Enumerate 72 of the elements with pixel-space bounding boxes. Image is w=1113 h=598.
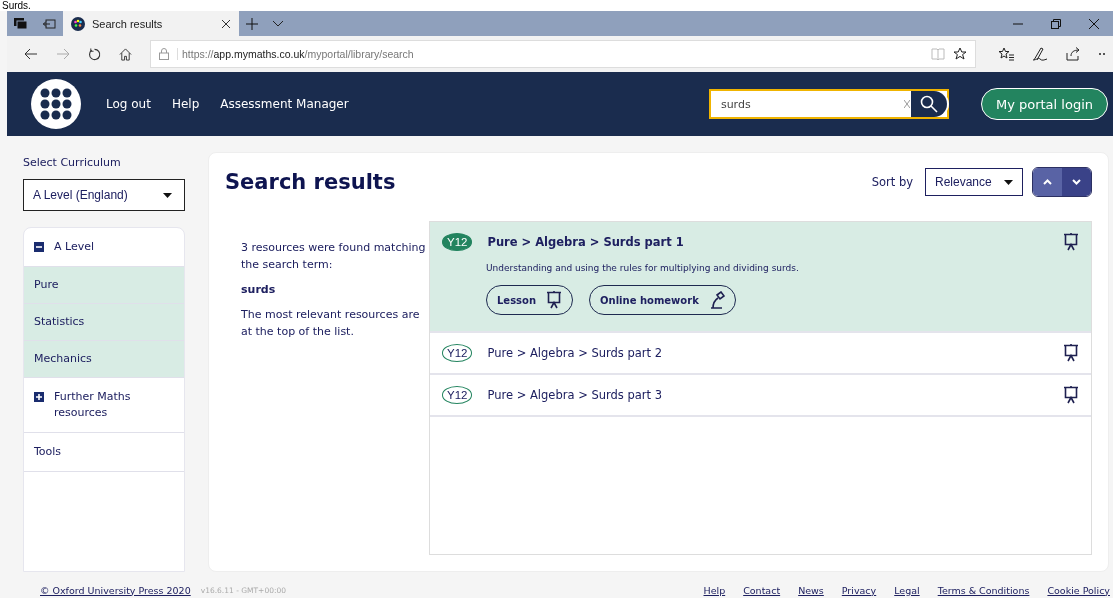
search-button[interactable] (910, 91, 947, 117)
search-field[interactable]: surds (708, 89, 949, 119)
footer-link[interactable]: Contact (743, 584, 781, 596)
expand-icon[interactable] (34, 392, 44, 402)
minimize-icon[interactable] (1013, 22, 1023, 25)
result-row[interactable]: Y12 Pure > Algebra > Surds part 3 (430, 375, 1091, 417)
sidebar-item[interactable]: Mechanics (24, 341, 184, 378)
presentation-board-icon[interactable] (1063, 344, 1079, 362)
footer-link[interactable]: Legal (894, 584, 920, 596)
caret-icon (163, 192, 172, 198)
footer-link[interactable]: Privacy (841, 584, 877, 596)
sidebar-item[interactable]: Tools (24, 433, 184, 472)
result-title: Pure > Algebra > Surds part 2 (487, 346, 663, 360)
site-favicon-icon (71, 16, 85, 31)
chevron-down-icon (1072, 179, 1081, 185)
close-icon[interactable] (221, 18, 231, 29)
favorites-list-icon[interactable] (998, 47, 1014, 61)
result-title: Pure > Algebra > Surds part 3 (487, 388, 663, 402)
presentation-board-icon[interactable] (1063, 386, 1079, 404)
presentation-board-icon[interactable] (1063, 233, 1079, 251)
caret-icon (1004, 179, 1013, 185)
sort-ascending-button[interactable] (1033, 168, 1062, 196)
results-summary: 3 resources were found matching the search term: (241, 240, 427, 273)
pen-icon[interactable] (1032, 47, 1048, 61)
restore-icon[interactable] (1051, 18, 1061, 29)
microscope-icon (708, 291, 725, 309)
more-icon[interactable] (1099, 52, 1107, 56)
curriculum-dropdown[interactable]: A Level (England) (23, 179, 185, 211)
collapse-icon[interactable] (34, 242, 44, 252)
refresh-icon[interactable] (88, 47, 101, 61)
tab-actions-icon[interactable] (14, 17, 28, 30)
sort-dropdown[interactable]: Relevance (925, 168, 1023, 196)
tab-title: Search results (92, 17, 164, 30)
page-title: Search results (225, 170, 396, 194)
nav-link[interactable]: Log out (106, 97, 151, 111)
footer-link[interactable]: Terms & Conditions (937, 584, 1030, 596)
search-term: surds (241, 282, 277, 298)
results-note: The most relevant resources are at the top of the list. (241, 307, 421, 340)
footer-link[interactable]: Cookie Policy (1047, 584, 1110, 596)
copyright-link[interactable]: © Oxford University Press 2020 (40, 584, 191, 596)
star-icon[interactable] (953, 47, 967, 61)
result-title: Pure > Algebra > Surds part 1 (487, 235, 684, 249)
sidebar-item[interactable]: Pure (24, 267, 184, 304)
sort-label: Sort by (871, 175, 913, 189)
set-aside-tabs-icon[interactable] (42, 17, 56, 30)
browser-tab[interactable]: Search results (63, 11, 239, 36)
curriculum-label: Select Curriculum (23, 156, 122, 169)
presentation-board-icon (546, 291, 563, 309)
year-badge: Y12 (442, 233, 473, 251)
sidebar-item[interactable]: Further Maths resources (24, 378, 184, 433)
chevron-up-icon (1043, 179, 1052, 185)
sort-descending-button[interactable] (1062, 168, 1091, 196)
close-icon[interactable] (1089, 18, 1099, 29)
logo-icon[interactable] (31, 79, 81, 129)
address-field[interactable]: https://app.mymaths.co.uk/myportal/library/search (150, 40, 976, 68)
lock-icon (159, 48, 169, 60)
footer-link[interactable]: News (798, 584, 824, 596)
nav-link[interactable]: Help (171, 97, 200, 111)
footer-link[interactable]: Help (703, 584, 726, 596)
caption-text: Surds. (2, 0, 31, 11)
home-icon[interactable] (119, 47, 132, 61)
share-icon[interactable] (1066, 47, 1081, 61)
chevron-down-icon[interactable] (272, 19, 284, 28)
result-row[interactable]: Y12 Pure > Algebra > Surds part 2 (430, 333, 1091, 375)
search-icon (919, 95, 938, 113)
new-tab-icon[interactable] (246, 17, 258, 30)
back-arrow-icon[interactable] (24, 48, 38, 60)
sidebar-item[interactable]: Statistics (24, 304, 184, 341)
login-button[interactable]: My portal login (980, 88, 1108, 120)
result-row[interactable]: Y12 Pure > Algebra > Surds part 1 Understanding and using the rules for multiplying and dividing surds. Lesson Online homework (430, 222, 1091, 333)
result-description: Understanding and using the rules for multiplying and dividing surds. (486, 263, 800, 273)
nav-link[interactable]: Assessment Manager (220, 97, 349, 111)
